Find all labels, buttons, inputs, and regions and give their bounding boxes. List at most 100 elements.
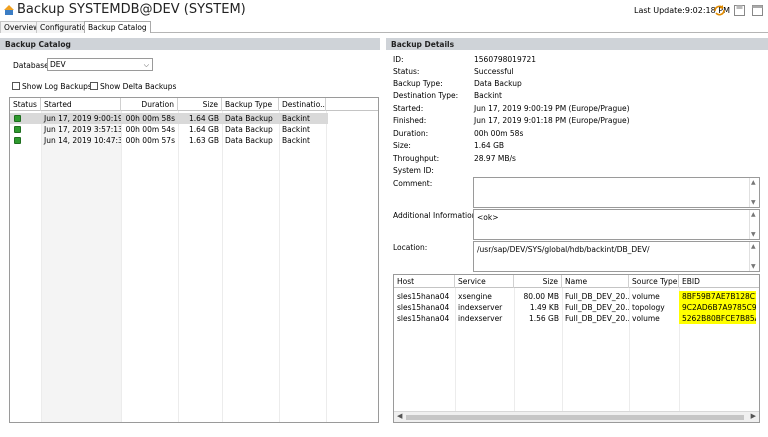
destination-type-label: Destination Type: bbox=[393, 91, 459, 100]
cell-started: Jun 14, 2019 10:47:3... bbox=[44, 136, 121, 145]
cell-source-type: topology bbox=[632, 303, 665, 312]
id-label: ID: bbox=[393, 55, 404, 64]
open-window-icon[interactable] bbox=[751, 4, 764, 17]
cell-service: indexserver bbox=[458, 314, 503, 323]
throughput-label: Throughput: bbox=[393, 154, 440, 163]
col-file-size[interactable]: Size bbox=[514, 275, 562, 288]
cell-size: 1.64 GB bbox=[188, 125, 219, 134]
col-name[interactable]: Name bbox=[562, 275, 629, 288]
col-started[interactable]: Started bbox=[41, 98, 121, 111]
table-row[interactable]: Jun 17, 2019 9:00:19 ... 00h 00m 58s 1.6… bbox=[10, 113, 328, 124]
title-bar: Backup SYSTEMDB@DEV (SYSTEM) Last Update… bbox=[0, 0, 768, 21]
scroll-up-icon[interactable]: ▲ bbox=[751, 211, 756, 218]
cell-source-type: volume bbox=[632, 314, 660, 323]
col-backup-type[interactable]: Backup Type bbox=[222, 98, 279, 111]
cell-started: Jun 17, 2019 3:57:13 ... bbox=[44, 125, 121, 134]
location-scrollbar[interactable]: ▲ ▼ bbox=[749, 242, 759, 271]
backup-type-label: Backup Type: bbox=[393, 79, 443, 88]
table-row[interactable]: sles15hana04 indexserver 1.56 GB Full_DB… bbox=[394, 313, 759, 324]
cell-duration: 00h 00m 54s bbox=[125, 125, 175, 134]
comment-label: Comment: bbox=[393, 179, 433, 188]
table-row[interactable]: sles15hana04 indexserver 1.49 KB Full_DB… bbox=[394, 302, 759, 313]
cell-host: sles15hana04 bbox=[397, 292, 450, 301]
col-status[interactable]: Status bbox=[10, 98, 41, 111]
show-delta-backups-label: Show Delta Backups bbox=[100, 82, 177, 91]
refresh-icon[interactable] bbox=[713, 4, 726, 17]
cell-file-size: 80.00 MB bbox=[523, 292, 559, 301]
finished-value: Jun 17, 2019 9:01:18 PM (Europe/Prague) bbox=[474, 116, 630, 125]
comment-scrollbar[interactable]: ▲ ▼ bbox=[749, 178, 759, 207]
duration-value: 00h 00m 58s bbox=[474, 129, 524, 138]
scroll-down-icon[interactable]: ▼ bbox=[751, 263, 756, 270]
show-log-backups-checkbox[interactable] bbox=[12, 82, 20, 90]
database-select[interactable]: DEV ⌵ bbox=[47, 58, 153, 71]
scroll-up-icon[interactable]: ▲ bbox=[751, 179, 756, 186]
grid-vline bbox=[178, 111, 179, 422]
scroll-down-icon[interactable]: ▼ bbox=[751, 199, 756, 206]
database-label: Database: bbox=[13, 61, 52, 70]
started-label: Started: bbox=[393, 104, 424, 113]
sorted-column-shade bbox=[41, 111, 121, 422]
id-value: 1560798019721 bbox=[474, 55, 537, 64]
files-table-header: Host Service Size Name Source Type EBID bbox=[394, 275, 759, 288]
cell-name: Full_DB_DEV_20... bbox=[565, 303, 629, 312]
scrollbar-thumb[interactable] bbox=[406, 415, 744, 420]
scroll-down-icon[interactable]: ▼ bbox=[751, 231, 756, 238]
tab-backup-catalog[interactable]: Backup Catalog bbox=[84, 21, 151, 33]
cell-ebid: 9C2AD6B7A9785C97 bbox=[679, 302, 756, 313]
scroll-up-icon[interactable]: ▲ bbox=[751, 243, 756, 250]
additional-info-label: Additional Information: bbox=[393, 211, 479, 220]
cell-host: sles15hana04 bbox=[397, 303, 450, 312]
location-textbox[interactable]: /usr/sap/DEV/SYS/global/hdb/backint/DB_D… bbox=[473, 241, 760, 272]
col-destination[interactable]: Destinatio... bbox=[279, 98, 326, 111]
col-duration[interactable]: Duration bbox=[121, 98, 178, 111]
additional-info-scrollbar[interactable]: ▲ ▼ bbox=[749, 210, 759, 239]
started-value: Jun 17, 2019 9:00:19 PM (Europe/Prague) bbox=[474, 104, 630, 113]
additional-info-textbox[interactable]: <ok> ▲ ▼ bbox=[473, 209, 760, 240]
col-service[interactable]: Service bbox=[455, 275, 514, 288]
scroll-left-icon[interactable]: ◀ bbox=[397, 412, 402, 420]
table-row[interactable]: Jun 14, 2019 10:47:3... 00h 00m 57s 1.63… bbox=[10, 135, 328, 146]
finished-label: Finished: bbox=[393, 116, 427, 125]
cell-type: Data Backup bbox=[225, 125, 273, 134]
cell-type: Data Backup bbox=[225, 114, 273, 123]
col-ebid[interactable]: EBID bbox=[679, 275, 759, 288]
location-label: Location: bbox=[393, 243, 428, 252]
cell-started: Jun 17, 2019 9:00:19 ... bbox=[44, 114, 121, 123]
comment-textbox[interactable]: ▲ ▼ bbox=[473, 177, 760, 208]
status-ok-icon bbox=[14, 126, 21, 133]
scroll-right-icon[interactable]: ▶ bbox=[751, 412, 756, 420]
cell-ebid: 5262B80BFCE7B85A bbox=[679, 313, 756, 324]
details-header: Backup Details bbox=[386, 38, 768, 50]
table-header: Status Started Duration Size Backup Type… bbox=[10, 98, 378, 111]
grid-vline bbox=[121, 111, 122, 422]
cell-type: Data Backup bbox=[225, 136, 273, 145]
database-value: DEV bbox=[50, 60, 66, 69]
table-row[interactable]: Jun 17, 2019 3:57:13 ... 00h 00m 54s 1.6… bbox=[10, 124, 328, 135]
grid-vline bbox=[279, 111, 280, 422]
files-horizontal-scrollbar[interactable]: ◀ ▶ bbox=[394, 411, 759, 422]
cell-destination: Backint bbox=[282, 136, 310, 145]
duration-label: Duration: bbox=[393, 129, 429, 138]
cell-file-size: 1.56 GB bbox=[528, 314, 559, 323]
cell-size: 1.63 GB bbox=[188, 136, 219, 145]
table-row[interactable]: sles15hana04 xsengine 80.00 MB Full_DB_D… bbox=[394, 291, 759, 302]
col-size[interactable]: Size bbox=[178, 98, 222, 111]
destination-type-value: Backint bbox=[474, 91, 502, 100]
location-value: /usr/sap/DEV/SYS/global/hdb/backint/DB_D… bbox=[477, 245, 650, 254]
grid-vline bbox=[222, 111, 223, 422]
backup-files-table: Host Service Size Name Source Type EBID … bbox=[393, 274, 760, 423]
tab-bar: Overview Configuration Backup Catalog bbox=[0, 21, 768, 33]
status-ok-icon bbox=[14, 137, 21, 144]
grid-vline bbox=[41, 111, 42, 422]
status-label: Status: bbox=[393, 67, 420, 76]
col-host[interactable]: Host bbox=[394, 275, 455, 288]
col-source-type[interactable]: Source Type bbox=[629, 275, 679, 288]
cell-source-type: volume bbox=[632, 292, 660, 301]
cell-name: Full_DB_DEV_20... bbox=[565, 292, 629, 301]
show-delta-backups-checkbox[interactable] bbox=[90, 82, 98, 90]
save-icon[interactable] bbox=[733, 4, 746, 17]
cell-name: Full_DB_DEV_20... bbox=[565, 314, 629, 323]
additional-info-value: <ok> bbox=[477, 213, 499, 222]
cell-size: 1.64 GB bbox=[188, 114, 219, 123]
